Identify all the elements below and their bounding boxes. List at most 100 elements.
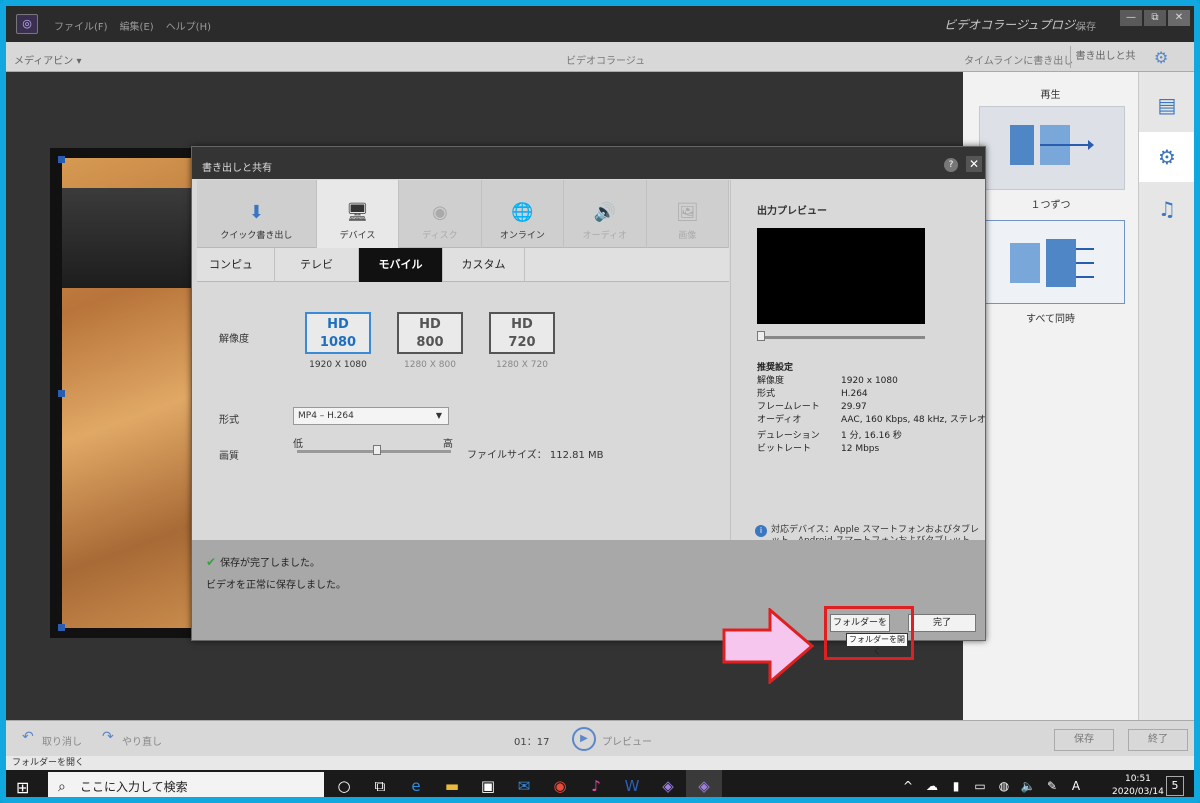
itunes-icon[interactable]: ♪ bbox=[578, 770, 614, 797]
network-icon[interactable]: ◍ bbox=[992, 770, 1016, 797]
category-device[interactable]: 🖥 デバイス bbox=[316, 180, 400, 248]
category-online[interactable]: 🌐 オンライン bbox=[482, 180, 565, 248]
resize-handle[interactable] bbox=[58, 156, 65, 163]
redo-button[interactable]: やり直し bbox=[122, 733, 162, 748]
spec-row: ビットレート 12 Mbps bbox=[757, 444, 880, 454]
battery-icon[interactable]: ▭ bbox=[968, 770, 992, 797]
globe-icon: 🌐 bbox=[511, 202, 534, 223]
preview-button[interactable]: プレビュー bbox=[602, 733, 652, 748]
undo-button[interactable]: 取り消し bbox=[42, 733, 82, 748]
minimize-button[interactable]: — bbox=[1120, 10, 1142, 26]
pointer-arrow-icon bbox=[722, 608, 814, 684]
exit-button[interactable]: 終了 bbox=[1128, 729, 1188, 751]
format-select[interactable]: MP4 – H.264 ▼ bbox=[293, 407, 449, 425]
windows-taskbar: ⊞ ⌕ ここに入力して検索 ○ ⧉ e ▬ ▣ ✉ ◉ ♪ W ◈ ◈ ^ ☁ … bbox=[6, 770, 1194, 797]
chevron-up-icon[interactable]: ^ bbox=[896, 770, 920, 797]
category-label: ディスク bbox=[422, 231, 458, 241]
spec-row: オーディオ AAC, 160 Kbps, 48 kHz, ステレオ bbox=[757, 415, 986, 425]
restore-button[interactable]: ⧉ bbox=[1144, 10, 1166, 26]
taskbar-search[interactable]: ⌕ ここに入力して検索 bbox=[48, 772, 324, 797]
hd-label: HD bbox=[327, 317, 349, 332]
resolution-hd1080-button[interactable]: HD 1080 bbox=[305, 312, 371, 354]
close-window-button[interactable]: ✕ bbox=[1168, 10, 1190, 26]
device-icon: 🖥 bbox=[346, 202, 369, 223]
tab-mobile[interactable]: モバイル bbox=[359, 248, 443, 282]
title-bar: ◎ ファイル(F) 編集(E) ヘルプ(H) ビデオコラージュプロジ... 保存… bbox=[6, 6, 1194, 42]
bottom-bar: ↶ 取り消し ↷ やり直し 01：17 ▶ プレビュー 保存 終了 bbox=[6, 720, 1194, 756]
menu-edit[interactable]: 編集(E) bbox=[120, 18, 154, 33]
explorer-icon[interactable]: ▬ bbox=[434, 770, 470, 797]
resolution-caption: 1280 X 720 bbox=[496, 360, 548, 370]
help-icon[interactable]: ? bbox=[944, 158, 958, 172]
spec-row: 形式 H.264 bbox=[757, 389, 868, 399]
notification-badge[interactable]: 5 bbox=[1166, 776, 1184, 796]
preview-scrubber-thumb[interactable] bbox=[757, 331, 765, 341]
windows-start-icon[interactable]: ⊞ bbox=[16, 778, 29, 797]
task-view-icon[interactable]: ⧉ bbox=[362, 770, 398, 797]
app-title: ビデオコラージュプロジ... bbox=[944, 18, 1087, 32]
dialog-close-icon[interactable]: ✕ bbox=[966, 156, 982, 172]
disc-icon: ◉ bbox=[432, 202, 448, 223]
quality-slider-thumb[interactable] bbox=[373, 445, 382, 455]
playback-option-simultaneous[interactable] bbox=[979, 220, 1125, 304]
music-icon[interactable]: ♫ bbox=[1139, 184, 1194, 234]
cloud-icon[interactable]: ☁ bbox=[920, 770, 944, 797]
play-icon[interactable]: ▶ bbox=[572, 727, 596, 751]
category-image[interactable]: 🖼 画像 bbox=[647, 180, 730, 248]
layout-icon[interactable]: ▤ bbox=[1139, 80, 1194, 130]
pen-icon[interactable]: ✎ bbox=[1040, 770, 1064, 797]
simultaneous-playback-icon bbox=[1010, 239, 1094, 287]
tab-tv[interactable]: テレビ bbox=[275, 248, 359, 282]
cortana-icon[interactable]: ○ bbox=[326, 770, 362, 797]
playback-option-label: すべて同時 bbox=[1026, 314, 1075, 325]
redo-icon[interactable]: ↷ bbox=[102, 729, 114, 745]
export-share-button[interactable]: 書き出しと共有 bbox=[1070, 46, 1140, 84]
tab-computer[interactable]: コンピューター bbox=[197, 248, 275, 305]
collage-photo[interactable] bbox=[50, 148, 202, 638]
edge-icon[interactable]: e bbox=[398, 770, 434, 797]
playback-option-sequential[interactable] bbox=[979, 106, 1125, 190]
save-top-button[interactable]: 保存 bbox=[1076, 18, 1096, 33]
resize-handle[interactable] bbox=[58, 390, 65, 397]
resize-handle[interactable] bbox=[58, 624, 65, 631]
ime-indicator[interactable]: A bbox=[1064, 770, 1088, 797]
taskbar-clock[interactable]: 10:51 2020/03/14 bbox=[1112, 773, 1164, 797]
category-label: オンライン bbox=[499, 231, 545, 241]
store-icon[interactable]: ▣ bbox=[470, 770, 506, 797]
preview-scrubber[interactable] bbox=[757, 336, 925, 339]
hd-value: 800 bbox=[416, 335, 444, 350]
hd-value: 720 bbox=[508, 335, 536, 350]
premiere-elements-icon[interactable]: ◈ bbox=[650, 770, 686, 797]
chrome-icon[interactable]: ◉ bbox=[542, 770, 578, 797]
resolution-caption: 1280 X 800 bbox=[404, 360, 456, 370]
usb-icon[interactable]: ▮ bbox=[944, 770, 968, 797]
sequential-playback-icon bbox=[1010, 125, 1094, 165]
photo-object bbox=[62, 188, 196, 288]
save-button[interactable]: 保存 bbox=[1054, 729, 1114, 751]
mail-icon[interactable]: ✉ bbox=[506, 770, 542, 797]
category-audio[interactable]: 🔊 オーディオ bbox=[564, 180, 647, 248]
spec-row: フレームレート 29.97 bbox=[757, 402, 867, 412]
output-preview-panel: 出力プレビュー 推奨設定 解像度 1920 x 1080 形式 H.264 フレーム… bbox=[730, 180, 986, 546]
category-disc[interactable]: ◉ ディスク bbox=[399, 180, 482, 248]
quality-low-label: 低 bbox=[293, 439, 303, 450]
hd-label: HD bbox=[511, 317, 533, 332]
export-to-timeline-button[interactable]: タイムラインに書き出し bbox=[964, 52, 1073, 67]
category-quick-export[interactable]: ⬇ クイック書き出し bbox=[197, 180, 317, 248]
category-label: クイック書き出し bbox=[220, 231, 293, 241]
word-icon[interactable]: W bbox=[614, 770, 650, 797]
done-button[interactable]: 完了 bbox=[908, 614, 976, 632]
undo-icon[interactable]: ↶ bbox=[22, 729, 34, 745]
gear-icon[interactable]: ⚙ bbox=[1154, 48, 1168, 67]
premiere-elements-active-icon[interactable]: ◈ bbox=[686, 770, 722, 797]
preview-screen bbox=[757, 228, 925, 324]
settings-gear-icon[interactable]: ⚙ bbox=[1139, 132, 1194, 182]
volume-icon[interactable]: 🔈 bbox=[1016, 770, 1040, 797]
media-bin-dropdown[interactable]: メディアビン ▾ bbox=[14, 52, 82, 67]
tab-custom[interactable]: カスタム bbox=[443, 248, 525, 282]
menu-file[interactable]: ファイル(F) bbox=[54, 18, 108, 33]
playback-panel: 再生 １つずつ すべて同時 bbox=[963, 72, 1138, 720]
resolution-hd800-button[interactable]: HD 800 bbox=[397, 312, 463, 354]
menu-help[interactable]: ヘルプ(H) bbox=[166, 18, 211, 33]
resolution-hd720-button[interactable]: HD 720 bbox=[489, 312, 555, 354]
